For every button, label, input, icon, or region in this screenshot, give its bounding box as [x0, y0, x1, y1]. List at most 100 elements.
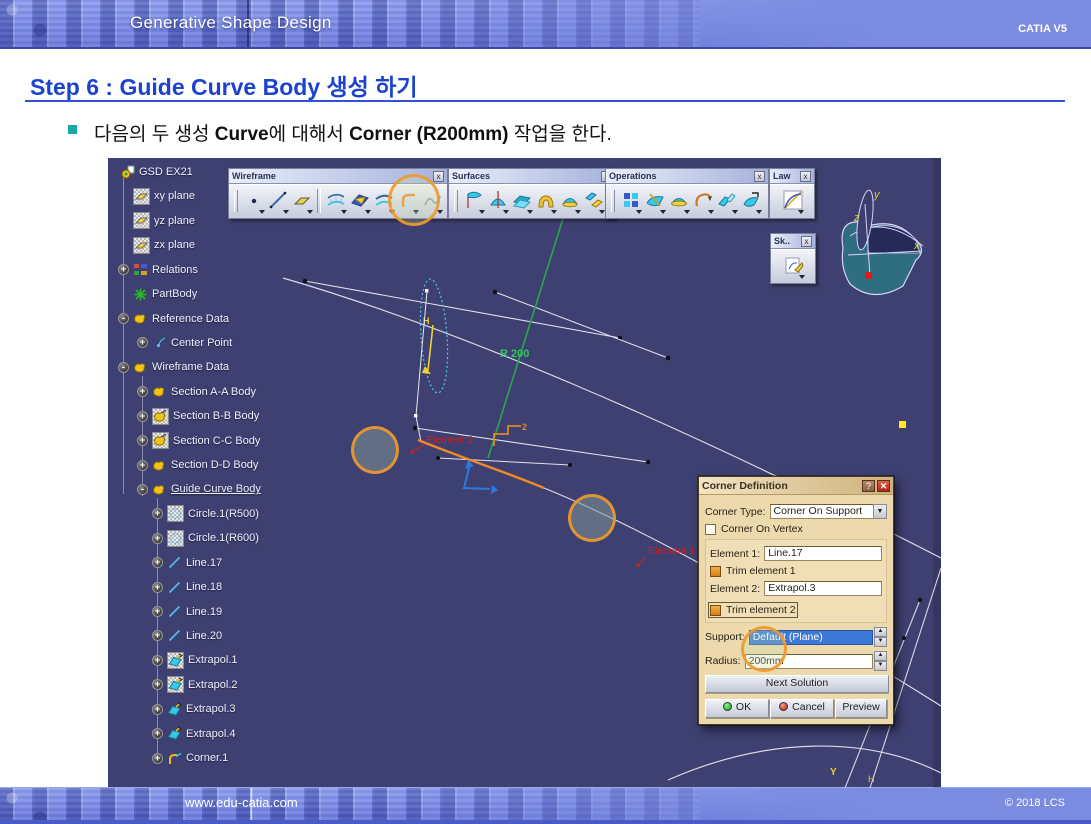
element1-field[interactable]: Line.17 — [764, 546, 882, 561]
projection-icon[interactable] — [324, 188, 348, 214]
law-icon[interactable] — [781, 188, 805, 214]
fill-icon[interactable] — [558, 188, 582, 214]
dropdown-caret-icon[interactable] — [479, 210, 485, 214]
tree-item-label[interactable]: Corner.1 — [186, 752, 228, 764]
tree-item-reference-data[interactable]: - Reference Data — [118, 308, 229, 330]
tree-item-label[interactable]: Wireframe Data — [152, 361, 229, 373]
close-icon[interactable]: x — [433, 170, 444, 182]
expander-plus-icon[interactable]: + — [152, 508, 163, 520]
trim-element1-checkbox[interactable] — [710, 565, 721, 577]
expander-minus-icon[interactable]: - — [118, 361, 129, 373]
expander-minus-icon[interactable]: - — [137, 483, 148, 495]
tree-item-partbody[interactable]: +PartBody — [118, 283, 197, 305]
tree-item-label[interactable]: zx plane — [154, 239, 195, 251]
expander-plus-icon[interactable]: + — [152, 581, 163, 593]
expander-plus-icon[interactable]: + — [137, 386, 148, 398]
dropdown-caret-icon[interactable] — [660, 210, 666, 214]
dropdown-caret-icon[interactable] — [527, 210, 533, 214]
line-icon[interactable] — [266, 188, 290, 214]
corner-on-vertex-checkbox[interactable] — [705, 523, 716, 535]
tree-item-label[interactable]: Line.17 — [186, 557, 222, 569]
tree-item-label[interactable]: Section B-B Body — [173, 410, 259, 422]
tree-item-label[interactable]: yz plane — [154, 215, 195, 227]
tree-item-label[interactable]: Center Point — [171, 337, 232, 349]
toolbar-grip[interactable] — [611, 190, 615, 212]
extract-icon[interactable] — [715, 188, 739, 214]
expander-plus-icon[interactable]: + — [152, 752, 163, 764]
point-icon[interactable] — [242, 188, 266, 214]
expander-plus-icon[interactable]: + — [152, 703, 163, 715]
dropdown-caret-icon[interactable] — [258, 210, 265, 214]
close-icon[interactable]: x — [801, 235, 812, 247]
tree-item-xy-plane[interactable]: +xy plane — [118, 185, 195, 207]
tree-item-guide-curve-body[interactable]: - Guide Curve Body — [137, 478, 261, 500]
website-link[interactable]: www.edu-catia.com — [185, 795, 298, 810]
tree-item-line-20[interactable]: + Line.20 — [152, 625, 222, 647]
expander-plus-icon[interactable]: + — [152, 532, 163, 544]
tree-item-wireframe-data[interactable]: - Wireframe Data — [118, 356, 229, 378]
join-icon[interactable] — [619, 188, 643, 214]
tree-item-label[interactable]: Extrapol.3 — [186, 703, 236, 715]
expander-plus-icon[interactable]: + — [152, 679, 163, 691]
dropdown-caret-icon[interactable] — [799, 275, 805, 279]
blend-icon[interactable] — [582, 188, 606, 214]
tree-item-label[interactable]: Circle.1(R500) — [188, 508, 259, 520]
tree-item-corner-1[interactable]: + Corner.1 — [152, 747, 228, 769]
expander-plus-icon[interactable]: + — [152, 630, 163, 642]
dropdown-caret-icon[interactable] — [798, 210, 804, 214]
element2-field[interactable]: Extrapol.3 — [764, 581, 882, 596]
expander-plus-icon[interactable]: + — [118, 264, 129, 276]
expander-plus-icon[interactable]: + — [137, 337, 148, 349]
close-icon[interactable]: ✕ — [877, 479, 890, 492]
tree-item-circle-1-r500-[interactable]: + Circle.1(R500) — [152, 503, 259, 525]
tree-item-label[interactable]: Reference Data — [152, 313, 229, 325]
tree-item-center-point[interactable]: + Center Point — [137, 332, 232, 354]
tree-item-label[interactable]: Section C-C Body — [173, 435, 260, 447]
next-solution-button[interactable]: Next Solution — [705, 675, 889, 693]
dropdown-caret-icon[interactable] — [306, 210, 313, 214]
tree-item-zx-plane[interactable]: +zx plane — [118, 234, 195, 256]
tree-item-label[interactable]: Section A-A Body — [171, 386, 256, 398]
tree-item-label[interactable]: Guide Curve Body — [171, 483, 261, 495]
toolbar-grip[interactable] — [454, 190, 458, 212]
trim-element2-checkbox[interactable] — [710, 604, 721, 616]
expander-minus-icon[interactable]: - — [118, 313, 129, 325]
tree-item-label[interactable]: Line.19 — [186, 606, 222, 618]
tree-item-section-d-d-body[interactable]: + Section D-D Body — [137, 454, 258, 476]
dropdown-caret-icon[interactable] — [503, 210, 509, 214]
tree-item-label[interactable]: xy plane — [154, 190, 195, 202]
tree-item-extrapol-3[interactable]: + Extrapol.3 — [152, 698, 236, 720]
tree-item-label[interactable]: Relations — [152, 264, 198, 276]
expander-plus-icon[interactable]: + — [152, 728, 163, 740]
dropdown-caret-icon[interactable] — [341, 210, 347, 214]
tree-item-label[interactable]: GSD EX21 — [139, 166, 193, 178]
intersection-icon[interactable] — [348, 188, 372, 214]
offset-icon[interactable] — [510, 188, 534, 214]
dropdown-caret-icon[interactable] — [282, 210, 289, 214]
tree-item-label[interactable]: Circle.1(R600) — [188, 532, 259, 544]
expander-plus-icon[interactable]: + — [137, 459, 148, 471]
tree-item-line-18[interactable]: + Line.18 — [152, 576, 222, 598]
dropdown-caret-icon[interactable] — [636, 210, 642, 214]
tree-item-circle-1-r600-[interactable]: + Circle.1(R600) — [152, 527, 259, 549]
dropdown-caret-icon[interactable] — [708, 210, 714, 214]
dropdown-caret-icon[interactable] — [732, 210, 738, 214]
dialog-titlebar[interactable]: Corner Definition ? ✕ — [699, 477, 893, 495]
help-icon[interactable]: ? — [862, 479, 875, 492]
trim-icon[interactable] — [667, 188, 691, 214]
tree-item-line-19[interactable]: + Line.19 — [152, 601, 222, 623]
close-icon[interactable]: x — [800, 170, 811, 182]
tree-item-label[interactable]: Line.18 — [186, 581, 222, 593]
expander-plus-icon[interactable]: + — [137, 410, 148, 422]
tree-item-label[interactable]: PartBody — [152, 288, 197, 300]
dropdown-caret-icon[interactable] — [575, 210, 581, 214]
expander-plus-icon[interactable]: + — [152, 606, 163, 618]
dropdown-caret-icon[interactable] — [551, 210, 557, 214]
radius-spinner[interactable]: ▲ ▼ — [874, 651, 887, 671]
expander-plus-icon[interactable]: + — [152, 654, 163, 666]
tree-item-extrapol-2[interactable]: + Extrapol.2 — [152, 674, 238, 696]
extrude-icon[interactable] — [462, 188, 486, 214]
tree-item-section-b-b-body[interactable]: + Section B-B Body — [137, 405, 259, 427]
tree-item-relations[interactable]: + Relations — [118, 259, 198, 281]
toolbar-grip[interactable] — [234, 190, 238, 212]
